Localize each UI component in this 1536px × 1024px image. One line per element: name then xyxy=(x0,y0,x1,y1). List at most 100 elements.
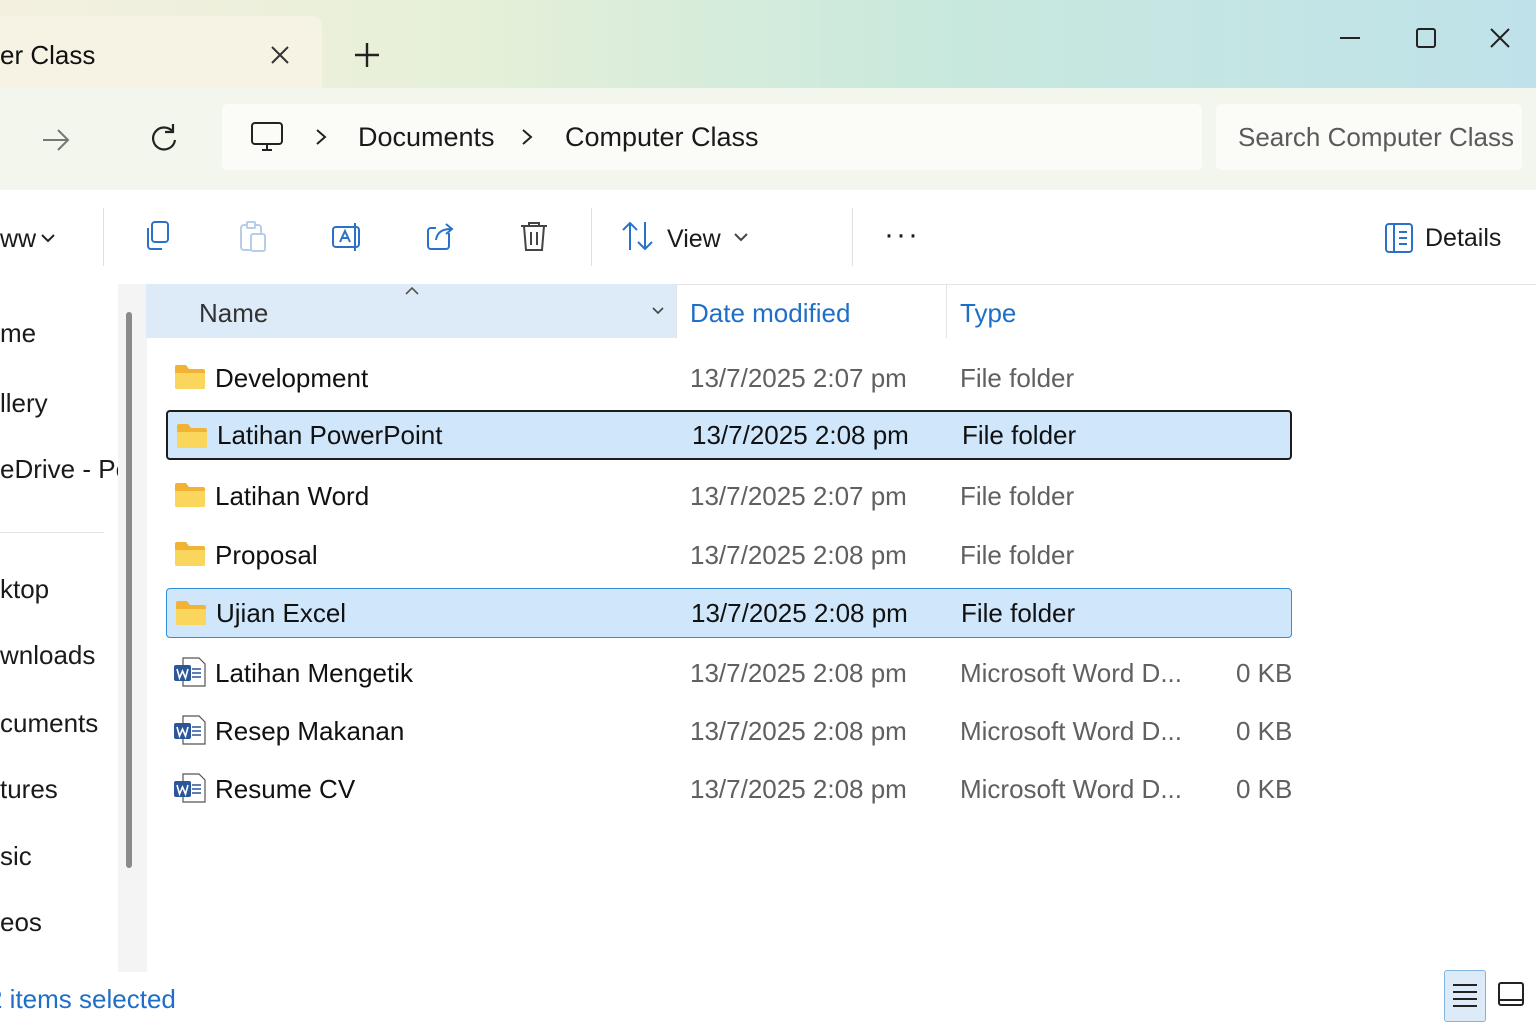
column-divider[interactable] xyxy=(676,284,677,338)
folder-icon xyxy=(176,601,206,625)
rename-icon[interactable] xyxy=(329,218,365,254)
details-view-button[interactable] xyxy=(1444,970,1486,1022)
more-options-button[interactable]: ··· xyxy=(884,218,920,252)
folder-icon xyxy=(175,365,205,389)
file-size: 0 KB xyxy=(1236,716,1293,746)
address-bar[interactable]: Documents Computer Class xyxy=(222,104,1202,170)
file-date-modified: 13/7/2025 2:07 pm xyxy=(690,481,907,511)
folder-icon xyxy=(175,542,205,566)
breadcrumb-computer-class[interactable]: Computer Class xyxy=(565,122,759,153)
column-type-label[interactable]: Type xyxy=(960,298,1016,329)
sidebar-item-pictures[interactable]: tures xyxy=(0,774,58,805)
chevron-right-icon[interactable] xyxy=(310,126,332,148)
file-name: Latihan PowerPoint xyxy=(217,420,443,450)
tiles-view-icon xyxy=(1498,982,1524,1006)
sidebar-item-downloads[interactable]: wnloads xyxy=(0,640,95,671)
column-name-label[interactable]: Name xyxy=(199,298,268,329)
minimize-icon[interactable] xyxy=(1332,20,1368,56)
file-row[interactable]: Latihan Mengetik 13/7/2025 2:08 pm Microso… xyxy=(166,648,1292,698)
navigation-bar: Documents Computer Class xyxy=(0,88,1536,190)
details-view-icon xyxy=(1453,984,1477,1007)
this-pc-icon[interactable] xyxy=(248,118,286,156)
file-type: File folder xyxy=(961,598,1076,628)
file-row[interactable]: Latihan PowerPoint 13/7/2025 2:08 pm File … xyxy=(166,410,1292,460)
file-row[interactable]: Ujian Excel 13/7/2025 2:08 pm File folder xyxy=(166,588,1292,638)
tiles-view-button[interactable] xyxy=(1492,970,1534,1022)
file-name: Resume CV xyxy=(215,774,356,804)
copy-icon[interactable] xyxy=(140,218,176,254)
file-size: 0 KB xyxy=(1236,774,1293,804)
column-divider[interactable] xyxy=(946,284,947,338)
close-tab-icon[interactable] xyxy=(266,41,294,69)
file-size: 0 KB xyxy=(1236,658,1293,688)
tab-title: er Class xyxy=(0,40,96,70)
sidebar-scrollbar-track[interactable] xyxy=(118,284,147,972)
column-date-label[interactable]: Date modified xyxy=(690,298,850,329)
navigation-pane: me llery eDrive - Pe ktop wnloads cument… xyxy=(0,284,147,972)
breadcrumb-documents[interactable]: Documents xyxy=(358,122,495,153)
chevron-right-icon[interactable] xyxy=(516,126,538,148)
sidebar-item-home[interactable]: me xyxy=(0,318,36,349)
file-date-modified: 13/7/2025 2:08 pm xyxy=(691,598,908,628)
file-type: File folder xyxy=(960,481,1075,511)
word-doc-icon xyxy=(174,773,206,803)
file-row[interactable]: Latihan Word 13/7/2025 2:07 pm File folder xyxy=(166,471,1292,521)
sidebar-item-music[interactable]: sic xyxy=(0,841,32,872)
share-icon[interactable] xyxy=(423,218,459,254)
file-date-modified: 13/7/2025 2:08 pm xyxy=(690,716,907,746)
sidebar-item-gallery[interactable]: llery xyxy=(0,388,48,419)
refresh-icon[interactable] xyxy=(146,120,182,156)
title-bar: er Class Documents Computer Class Search… xyxy=(0,0,1536,190)
toolbar-divider xyxy=(591,208,592,266)
sidebar-item-desktop[interactable]: ktop xyxy=(0,574,49,605)
folder-icon xyxy=(177,424,207,448)
file-type: Microsoft Word D... xyxy=(960,716,1183,746)
maximize-icon[interactable] xyxy=(1408,20,1444,56)
new-button-label[interactable]: ww xyxy=(0,225,36,254)
toolbar-divider xyxy=(103,208,104,266)
chevron-down-icon[interactable] xyxy=(38,228,58,248)
file-row[interactable]: Resep Makanan 13/7/2025 2:08 pm Microsoft … xyxy=(166,706,1292,756)
file-date-modified: 13/7/2025 2:08 pm xyxy=(690,774,907,804)
view-button[interactable]: View xyxy=(667,225,721,254)
file-date-modified: 13/7/2025 2:08 pm xyxy=(690,540,907,570)
sidebar-item-videos[interactable]: eos xyxy=(0,907,42,938)
file-row[interactable]: Resume CV 13/7/2025 2:08 pm Microsoft Word… xyxy=(166,764,1292,814)
close-window-icon[interactable] xyxy=(1482,20,1518,56)
sort-icon[interactable] xyxy=(620,218,656,254)
sidebar-item-onedrive[interactable]: eDrive - Pe xyxy=(0,454,130,485)
delete-icon[interactable] xyxy=(516,218,552,254)
file-type: Microsoft Word D... xyxy=(960,658,1183,688)
command-toolbar: ww View ··· Details xyxy=(0,190,1536,285)
search-input[interactable] xyxy=(1216,104,1522,170)
forward-arrow-icon[interactable] xyxy=(38,122,74,158)
file-name: Resep Makanan xyxy=(215,716,405,746)
file-type: File folder xyxy=(962,420,1077,450)
file-date-modified: 13/7/2025 2:07 pm xyxy=(690,363,907,393)
file-type: File folder xyxy=(960,363,1075,393)
file-name: Development xyxy=(215,363,369,393)
chevron-down-icon[interactable] xyxy=(732,228,750,246)
new-tab-icon[interactable] xyxy=(350,38,384,72)
word-doc-icon xyxy=(174,657,206,687)
file-name: Latihan Mengetik xyxy=(215,658,414,688)
file-name: Ujian Excel xyxy=(216,598,347,628)
sidebar-scrollbar-thumb[interactable] xyxy=(126,312,132,868)
file-name: Latihan Word xyxy=(215,481,370,511)
toolbar-divider xyxy=(852,208,853,266)
paste-icon[interactable] xyxy=(235,218,271,254)
details-button[interactable]: Details xyxy=(1425,224,1501,253)
file-row[interactable]: Development 13/7/2025 2:07 pm File folder xyxy=(166,353,1292,403)
sidebar-divider xyxy=(0,532,104,533)
sidebar-item-documents[interactable]: cuments xyxy=(0,708,98,739)
tab-computer-class[interactable]: er Class xyxy=(0,16,322,88)
column-filter-chevron-icon[interactable] xyxy=(650,304,666,318)
details-pane-icon[interactable] xyxy=(1382,220,1418,256)
file-row[interactable]: Proposal 13/7/2025 2:08 pm File folder xyxy=(166,530,1292,580)
folder-icon xyxy=(175,483,205,507)
file-type: Microsoft Word D... xyxy=(960,774,1183,804)
status-selection-count: 2 items selected xyxy=(0,984,176,1014)
file-date-modified: 13/7/2025 2:08 pm xyxy=(692,420,909,450)
word-doc-icon xyxy=(174,715,206,745)
file-type: File folder xyxy=(960,540,1075,570)
